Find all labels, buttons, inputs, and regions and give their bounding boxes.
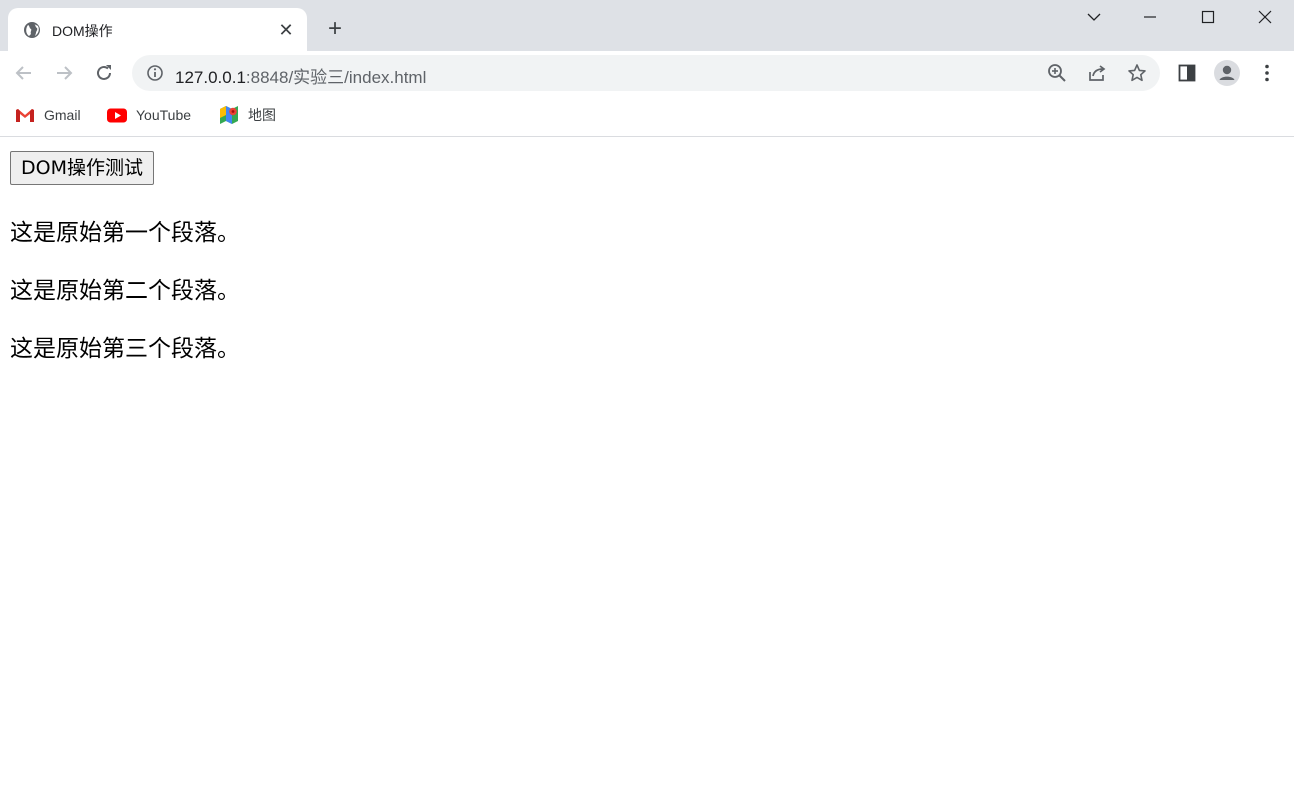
url-path: :8848/实验三/index.html xyxy=(245,68,427,87)
back-button[interactable] xyxy=(10,59,38,87)
bookmark-label: 地图 xyxy=(248,107,276,123)
back-icon xyxy=(15,66,31,80)
tab-search-button[interactable] xyxy=(1065,0,1123,34)
minimize-icon xyxy=(1144,16,1156,18)
side-panel-icon xyxy=(1178,64,1196,82)
tab-title: DOM操作 xyxy=(52,23,113,39)
bookmark-maps[interactable]: 地图 xyxy=(219,104,276,126)
toolbar: 127.0.0.1:8848/实验三/index.html xyxy=(0,51,1294,95)
minimize-button[interactable] xyxy=(1121,0,1179,34)
forward-button[interactable] xyxy=(50,59,78,87)
menu-button[interactable] xyxy=(1254,60,1280,86)
share-icon[interactable] xyxy=(1087,63,1107,83)
new-tab-button[interactable]: + xyxy=(322,16,348,42)
reload-button[interactable] xyxy=(90,59,118,87)
dom-test-button[interactable]: DOM操作测试 xyxy=(10,151,154,185)
youtube-icon xyxy=(107,107,127,123)
close-window-button[interactable] xyxy=(1236,0,1294,34)
bookmarks-bar: Gmail YouTube 地图 xyxy=(0,95,1294,137)
paragraph-1: 这是原始第一个段落。 xyxy=(10,220,240,246)
star-icon[interactable] xyxy=(1127,63,1147,83)
tab-active[interactable]: DOM操作 ✕ xyxy=(8,8,307,51)
profile-button[interactable] xyxy=(1214,60,1240,86)
tab-close-icon[interactable]: ✕ xyxy=(276,20,296,40)
bookmark-label: Gmail xyxy=(44,107,81,123)
globe-icon xyxy=(23,21,41,39)
gmail-icon xyxy=(15,107,35,123)
close-icon xyxy=(1258,10,1272,24)
chevron-down-icon xyxy=(1087,13,1101,21)
menu-icon xyxy=(1265,64,1269,82)
page-content: DOM操作测试 这是原始第一个段落。 这是原始第二个段落。 这是原始第三个段落。 xyxy=(0,137,1294,796)
address-bar[interactable]: 127.0.0.1:8848/实验三/index.html xyxy=(132,55,1160,91)
bookmark-gmail[interactable]: Gmail xyxy=(15,104,81,126)
zoom-icon[interactable] xyxy=(1047,63,1067,83)
paragraph-3: 这是原始第三个段落。 xyxy=(10,336,240,362)
maps-icon xyxy=(219,106,239,124)
bookmark-youtube[interactable]: YouTube xyxy=(107,104,191,126)
paragraph-2: 这是原始第二个段落。 xyxy=(10,278,240,304)
info-icon[interactable] xyxy=(146,64,164,82)
browser-window: DOM操作 ✕ + 127.0.0.1:8848/实验三/index.html … xyxy=(0,0,1294,796)
profile-icon xyxy=(1214,60,1240,86)
url-host: 127.0.0.1 xyxy=(175,68,246,87)
maximize-button[interactable] xyxy=(1179,0,1237,34)
url-text[interactable]: 127.0.0.1:8848/实验三/index.html xyxy=(175,63,426,88)
maximize-icon xyxy=(1201,10,1215,24)
tab-strip: DOM操作 ✕ + xyxy=(0,0,1294,51)
forward-icon xyxy=(57,66,73,80)
bookmark-label: YouTube xyxy=(136,107,192,123)
reload-icon xyxy=(97,65,111,80)
side-panel-button[interactable] xyxy=(1174,60,1200,86)
